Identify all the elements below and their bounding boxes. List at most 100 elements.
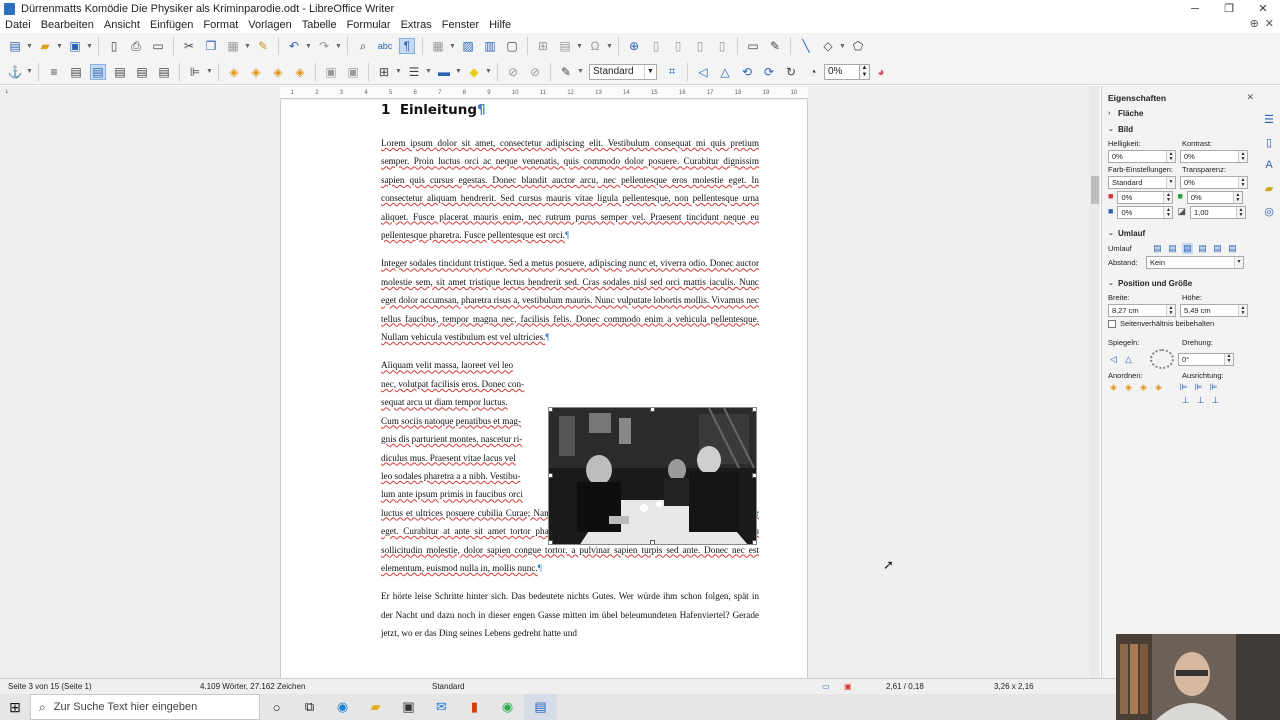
menu-einfuegen[interactable]: Einfügen [145, 19, 198, 31]
resize-handle[interactable] [549, 540, 553, 544]
wrap-through-icon[interactable]: ▤ [1227, 243, 1238, 254]
redo-icon[interactable]: ↷ [316, 38, 332, 54]
resize-handle[interactable] [549, 408, 553, 412]
send-to-back-icon[interactable]: ◈ [292, 64, 308, 80]
border-color-icon[interactable]: ▬ [436, 64, 452, 80]
link-frames-icon[interactable]: ⊘ [505, 64, 521, 80]
menu-fenster[interactable]: Fenster [437, 19, 484, 31]
menu-format[interactable]: Format [198, 19, 243, 31]
edge-browser-icon[interactable]: ◉ [326, 694, 359, 720]
brightness-input[interactable]: 0% ▲ ▼ [1108, 150, 1176, 163]
rotation-dial[interactable] [1150, 349, 1174, 369]
paragraph[interactable]: Integer sodales tincidunt tristique. Sed… [381, 254, 759, 346]
document-page[interactable]: 1 Einleitung¶ Lorem ipsum dolor sit amet… [280, 100, 808, 678]
section-flaeche[interactable]: › Fläche [1108, 105, 1256, 121]
align-left-icon[interactable]: ⊫ [1178, 382, 1189, 393]
keep-ratio-checkbox[interactable] [1108, 319, 1116, 328]
insert-chart-icon[interactable]: ▥ [482, 38, 498, 54]
copy-icon[interactable]: ❐ [203, 38, 219, 54]
contrast-input[interactable]: 0% ▲ ▼ [1180, 150, 1248, 163]
chevron-down-icon[interactable]: ▼ [56, 43, 63, 50]
spinner[interactable]: ▲ ▼ [1232, 192, 1242, 203]
bookmark-icon[interactable]: ▯ [692, 38, 708, 54]
blue-input[interactable]: 0% ▲ ▼ [1117, 206, 1174, 219]
file-explorer-icon[interactable]: ▰ [359, 694, 392, 720]
send-to-back-icon[interactable]: ◈ [1153, 382, 1164, 393]
chevron-down-icon[interactable]: ▼ [1234, 257, 1243, 268]
to-background-icon[interactable]: ▣ [345, 64, 361, 80]
chevron-down-icon[interactable]: ▼ [305, 43, 312, 50]
spinner[interactable]: ▲ ▼ [1238, 151, 1247, 162]
spinner[interactable]: ▲ ▼ [1235, 207, 1245, 218]
save-icon[interactable]: ▣ [67, 38, 83, 54]
undo-icon[interactable]: ↶ [286, 38, 302, 54]
track-changes-icon[interactable]: ✎ [767, 38, 783, 54]
chrome-icon[interactable]: ◉ [491, 694, 524, 720]
paragraph[interactable]: Lorem ipsum dolor sit amet, consectetur … [381, 134, 759, 244]
heading-1[interactable]: 1 Einleitung¶ [381, 100, 759, 120]
word-count[interactable]: 4.109 Wörter, 27.162 Zeichen [200, 682, 305, 691]
close-document-icon[interactable]: ✕ [1265, 17, 1274, 30]
wrap-right-icon[interactable]: ▤ [134, 64, 150, 80]
spinner[interactable]: ▲ ▼ [1166, 151, 1175, 162]
cross-reference-icon[interactable]: ▯ [714, 38, 730, 54]
height-input[interactable]: 5,49 cm ▲ ▼ [1180, 304, 1248, 317]
horizontal-ruler[interactable]: 1 2 3 4 5 6 7 8 9 10 11 12 13 14 15 16 1… [280, 87, 808, 99]
maximize-button[interactable]: ❐ [1212, 0, 1246, 17]
tab-stop-marker[interactable]: ˪ [6, 86, 9, 95]
bring-to-front-icon[interactable]: ◈ [226, 64, 242, 80]
mail-icon[interactable]: ✉ [425, 694, 458, 720]
crop-icon[interactable]: ⌗ [664, 64, 680, 80]
chevron-down-icon[interactable]: ▼ [26, 68, 33, 75]
print-preview-icon[interactable]: ▭ [150, 38, 166, 54]
rotate-right-icon[interactable]: ⟳ [761, 64, 777, 80]
insert-textbox-icon[interactable]: ▢ [504, 38, 520, 54]
page-style[interactable]: Standard [432, 682, 464, 691]
wrap-optimal-icon[interactable]: ▤ [90, 63, 106, 80]
resize-handle[interactable] [752, 540, 756, 544]
wrap-left-icon[interactable]: ▤ [112, 64, 128, 80]
libreoffice-writer-taskbar-icon[interactable]: ▤ [524, 694, 557, 720]
styles-tab-icon[interactable]: A [1262, 158, 1276, 172]
page-indicator[interactable]: Seite 3 von 15 (Seite 1) [8, 682, 92, 691]
red-input[interactable]: 0% ▲ ▼ [1117, 191, 1174, 204]
endnote-icon[interactable]: ▯ [670, 38, 686, 54]
chevron-down-icon[interactable]: ▼ [839, 43, 846, 50]
spinner[interactable]: ▲ ▼ [1238, 177, 1247, 188]
comment-icon[interactable]: ▭ [745, 38, 761, 54]
insert-page-break-icon[interactable]: ⊞ [535, 38, 551, 54]
area-fill-icon[interactable]: ◆ [466, 64, 482, 80]
insert-table-icon[interactable]: ▦ [430, 38, 446, 54]
draw-functions-icon[interactable]: ⬠ [850, 38, 866, 54]
forward-one-icon[interactable]: ◈ [1123, 382, 1134, 393]
new-document-icon[interactable]: ▤ [7, 38, 23, 54]
image-filter-icon[interactable]: ✎ [558, 64, 574, 80]
taskbar-search[interactable]: ⌕ Zur Suche Text hier eingeben [30, 694, 260, 720]
wrap-none-icon[interactable]: ▤ [1152, 243, 1163, 254]
borders-icon[interactable]: ⊞ [376, 64, 392, 80]
green-input[interactable]: 0% ▲ ▼ [1186, 191, 1243, 204]
flip-horizontal-icon[interactable]: △ [717, 64, 733, 80]
line-icon[interactable]: ╲ [798, 38, 814, 54]
flip-vertical-icon[interactable]: ◁ [695, 64, 711, 80]
close-button[interactable]: ✕ [1246, 0, 1280, 17]
align-objects-icon[interactable]: ⊫ [187, 64, 203, 80]
gamma-input[interactable]: 1,00 ▲ ▼ [1189, 206, 1246, 219]
store-icon[interactable]: ▣ [392, 694, 425, 720]
properties-tab-icon[interactable]: ☰ [1262, 112, 1276, 126]
document-workspace[interactable]: ˪ 1 2 3 4 5 6 7 8 9 10 11 12 13 14 15 16… [0, 86, 1100, 678]
find-replace-icon[interactable]: ⌕ [355, 38, 371, 54]
border-style-icon[interactable]: ☰ [406, 64, 422, 80]
chevron-down-icon[interactable]: ▼ [577, 68, 584, 75]
spinner[interactable]: ▲ ▼ [1166, 305, 1175, 316]
navigator-tab-icon[interactable]: ◎ [1262, 204, 1276, 218]
menu-vorlagen[interactable]: Vorlagen [243, 19, 296, 31]
flip-horizontal-icon[interactable]: △ [1123, 354, 1134, 365]
wrap-optimal-icon[interactable]: ▤ [1182, 243, 1193, 254]
print-icon[interactable]: ⎙ [128, 38, 144, 54]
back-one-icon[interactable]: ◈ [270, 64, 286, 80]
unlink-frames-icon[interactable]: ⊘ [527, 64, 543, 80]
spinner[interactable]: ▲ ▼ [1238, 305, 1247, 316]
insert-image-icon[interactable]: ▨ [460, 38, 476, 54]
chevron-down-icon[interactable]: ▼ [335, 43, 342, 50]
